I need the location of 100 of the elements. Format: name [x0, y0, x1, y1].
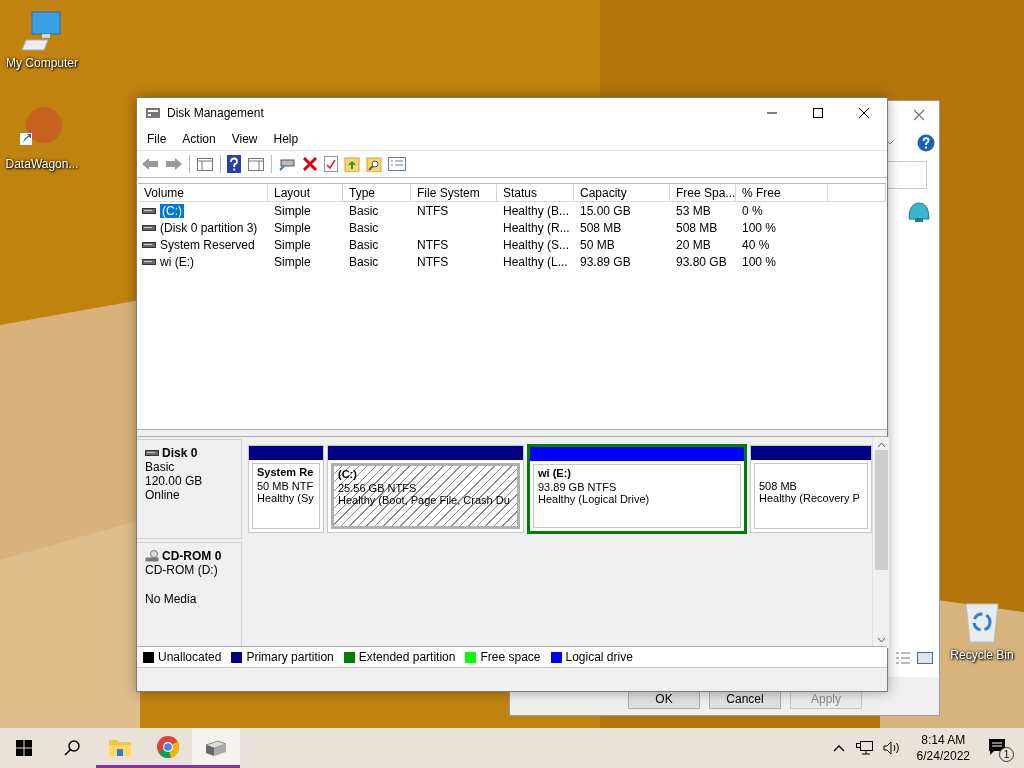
legend-label: Logical drive [565, 650, 633, 664]
speaker-icon[interactable] [882, 740, 901, 756]
table-cell-text: Simple [273, 219, 312, 236]
help-icon[interactable] [917, 134, 935, 152]
partition-size: 50 MB NTF [257, 480, 315, 492]
network-icon[interactable] [854, 740, 873, 756]
partition-size: 508 MB [759, 480, 798, 492]
table-cell-text: 93.89 GB [579, 253, 632, 270]
table-cell-text: 100 % [741, 253, 778, 270]
partition-block[interactable]: 508 MB Healthy (Recovery P [750, 445, 872, 533]
table-cell-text: 100 % [741, 219, 778, 236]
table-cell-text: NTFS [416, 236, 450, 253]
computer-icon [20, 10, 64, 52]
volume-icon [142, 257, 156, 266]
table-cell-text: NTFS [416, 253, 450, 270]
partition-status: Healthy (Sy [257, 492, 315, 504]
partition-size: 25.56 GB NTFS [338, 482, 418, 494]
pane-icon[interactable] [196, 156, 214, 172]
pane-icon[interactable] [247, 156, 265, 172]
partition-block[interactable]: System Re 50 MB NTF Healthy (Sy [248, 445, 324, 533]
clock-time[interactable]: 8:14 AM [921, 732, 966, 748]
legend-label: Free space [480, 650, 541, 664]
recycle-bin-icon [962, 600, 1002, 644]
scroll-down-icon[interactable] [876, 637, 886, 643]
partition-block[interactable]: wi (E:) 93.89 GB NTFS Healthy (Logical Drive) [530, 447, 744, 531]
table-cell-text: Healthy (L... [502, 253, 569, 270]
browser-icon[interactable] [156, 734, 180, 759]
legend-label: Unallocated [158, 650, 222, 664]
partition-size: 93.89 GB NTFS [538, 481, 618, 493]
column-header[interactable]: Type [343, 184, 411, 202]
table-cell[interactable]: (C:) [160, 203, 184, 218]
partition-name: wi (E:) [538, 467, 572, 481]
table-cell[interactable]: wi (E:) [160, 254, 194, 269]
legend-label: Extended partition [358, 650, 456, 664]
partition-block[interactable]: (C:) 25.56 GB NTFS Healthy (Boot, Page File, Crash Du [327, 445, 524, 533]
table-cell-text: Basic [348, 202, 380, 219]
table-cell-text: 15.00 GB [579, 202, 632, 219]
shell-icon [907, 201, 931, 223]
disk-info: Basic [145, 460, 176, 474]
column-header[interactable]: Volume [138, 184, 268, 202]
partition-status: Healthy (Logical Drive) [538, 493, 651, 505]
partition-status: Healthy (Recovery P [759, 492, 861, 504]
delete-icon[interactable] [302, 156, 318, 172]
folder-search-icon[interactable] [366, 156, 382, 172]
folder-up-icon[interactable] [344, 156, 360, 172]
table-cell-text: Healthy (S... [502, 236, 571, 253]
help-icon[interactable] [227, 155, 241, 173]
clock-date[interactable]: 6/24/2022 [916, 748, 970, 764]
table-cell-text: Simple [273, 236, 312, 253]
table-cell-text: 50 MB [579, 236, 616, 253]
scrollbar-thumb[interactable] [874, 450, 888, 570]
column-header[interactable]: Status [497, 184, 574, 202]
menu-item[interactable]: Action [174, 130, 224, 148]
table-cell-text: Basic [348, 253, 380, 270]
table-cell-text: Healthy (R... [502, 219, 571, 236]
table-cell[interactable]: System Reserved [160, 237, 255, 252]
menu-item[interactable]: View [223, 130, 266, 148]
disk-info: CD-ROM (D:) [145, 563, 219, 577]
disk-info: No Media [145, 592, 198, 606]
column-header [828, 184, 886, 202]
volume-icon [142, 223, 156, 232]
maximize-icon[interactable] [813, 108, 823, 118]
close-icon[interactable] [859, 108, 869, 118]
column-header[interactable]: Layout [268, 184, 343, 202]
windows-logo-icon[interactable] [16, 740, 32, 756]
volume-icon [142, 206, 156, 215]
table-cell-text: 508 MB [579, 219, 623, 236]
forward-arrow-icon[interactable] [165, 156, 183, 172]
table-cell-text: 53 MB [675, 202, 712, 219]
table-cell-text: 93.80 GB [675, 253, 728, 270]
menu-item[interactable]: Help [265, 130, 307, 148]
table-cell-text: Healthy (B... [502, 202, 571, 219]
chevron-up-icon[interactable] [832, 744, 845, 752]
back-arrow-icon[interactable] [141, 156, 159, 172]
properties-icon[interactable] [388, 157, 406, 171]
disk-info: Online [145, 488, 181, 502]
disk-name: CD-ROM 0 [162, 549, 222, 563]
table-cell-text: 508 MB [675, 219, 719, 236]
search-icon[interactable] [64, 740, 80, 756]
volume-icon [142, 240, 156, 249]
table-cell[interactable]: (Disk 0 partition 3) [160, 220, 258, 235]
menu-item[interactable]: File [139, 130, 175, 148]
table-cell-text: Simple [273, 253, 312, 270]
column-header[interactable]: File System [411, 184, 497, 202]
table-cell-text: Simple [273, 202, 312, 219]
column-header[interactable]: Free Spa... [670, 184, 736, 202]
column-header[interactable]: Capacity [574, 184, 670, 202]
preview-view-icon[interactable] [917, 651, 933, 665]
drive-icon[interactable] [278, 156, 296, 172]
window-title: Disk Management [167, 106, 264, 120]
app-icon [145, 106, 161, 120]
table-cell-text: 40 % [741, 236, 771, 253]
checked-document-icon[interactable] [324, 156, 338, 172]
table-cell-text: 20 MB [675, 236, 712, 253]
table-cell-text: Basic [348, 236, 380, 253]
column-header[interactable]: % Free [736, 184, 828, 202]
scroll-up-icon[interactable] [876, 442, 886, 448]
input-field[interactable] [887, 161, 927, 189]
table-cell-text: Basic [348, 219, 380, 236]
partition-status: Healthy (Boot, Page File, Crash Du [338, 494, 511, 506]
